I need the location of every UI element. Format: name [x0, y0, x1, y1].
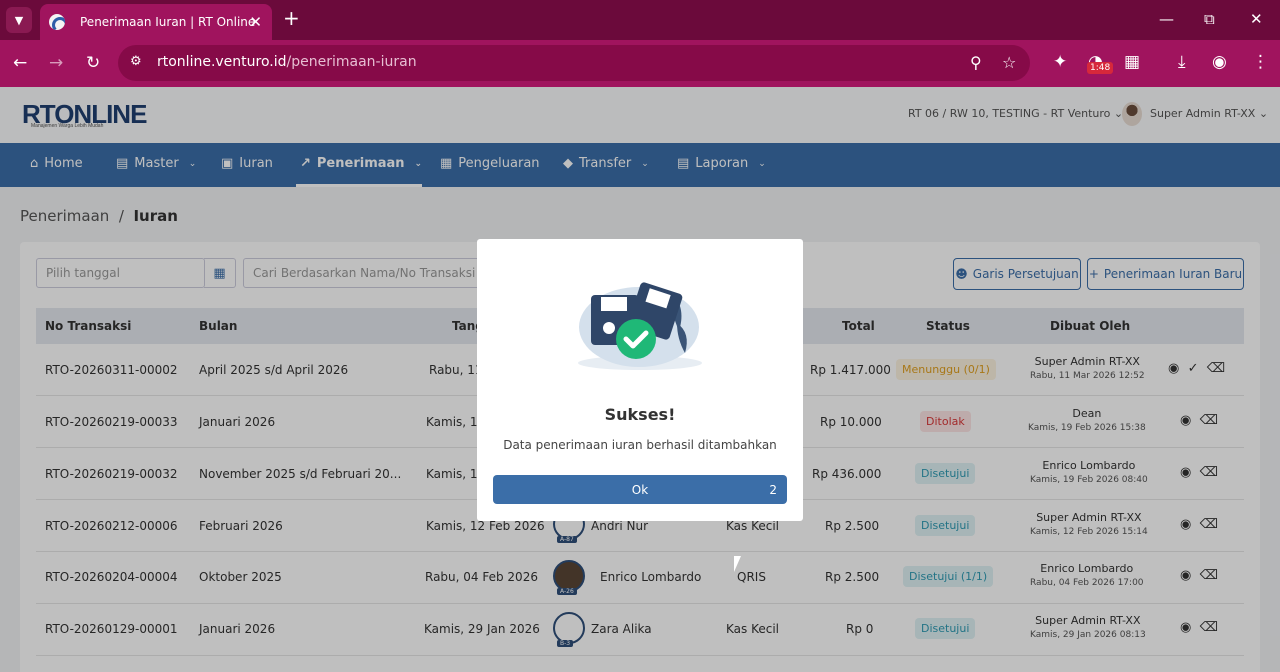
ok-label: Ok — [631, 483, 649, 497]
success-dialog: Sukses! Data penerimaan iuran berhasil d… — [477, 239, 803, 521]
mouse-cursor — [734, 556, 741, 572]
dialog-message: Data penerimaan iuran berhasil ditambahk… — [503, 438, 777, 452]
zoom-icon[interactable]: ⚲ — [970, 53, 982, 72]
tab-title: Penerimaan Iuran | RT Online — [80, 15, 256, 29]
close-window-button[interactable]: ✕ — [1250, 10, 1263, 28]
restore-button[interactable]: ⧉ — [1204, 10, 1215, 28]
countdown: 2 — [769, 483, 777, 497]
floppy-success-illustration — [578, 282, 702, 370]
success-check-icon — [616, 319, 656, 359]
extensions-icon[interactable]: ▦ — [1124, 52, 1140, 72]
bookmark-star-icon[interactable]: ☆ — [1002, 53, 1016, 72]
ok-button[interactable]: Ok 2 — [493, 475, 787, 504]
address-bar[interactable]: ⚙ rtonline.venturo.id/penerimaan-iuran ⚲… — [118, 45, 1030, 81]
tab-search-button[interactable]: ▼ — [6, 7, 32, 33]
download-icon[interactable]: ⤓ — [1178, 52, 1186, 72]
favicon-icon — [49, 14, 65, 30]
browser-tab-strip: ▼ Penerimaan Iuran | RT Online ✕ + — ⧉ ✕ — [0, 0, 1280, 40]
close-tab-icon[interactable]: ✕ — [249, 13, 262, 31]
new-tab-button[interactable]: + — [283, 8, 300, 28]
browser-menu-icon[interactable]: ⋮ — [1252, 52, 1269, 72]
minimize-button[interactable]: — — [1159, 10, 1174, 28]
feather-extension-icon[interactable]: ✦ — [1053, 52, 1067, 72]
back-icon[interactable]: ← — [13, 53, 27, 73]
profile-avatar[interactable]: ◉ — [1212, 52, 1227, 72]
browser-tab[interactable]: Penerimaan Iuran | RT Online ✕ — [40, 4, 272, 40]
extension-badge: 1:48 — [1087, 62, 1114, 74]
reload-icon[interactable]: ↻ — [86, 53, 100, 73]
site-info-icon[interactable]: ⚙ — [130, 54, 142, 69]
forward-icon[interactable]: → — [49, 53, 63, 73]
url-text[interactable]: rtonline.venturo.id/penerimaan-iuran — [157, 54, 417, 70]
dialog-title: Sukses! — [604, 405, 676, 424]
